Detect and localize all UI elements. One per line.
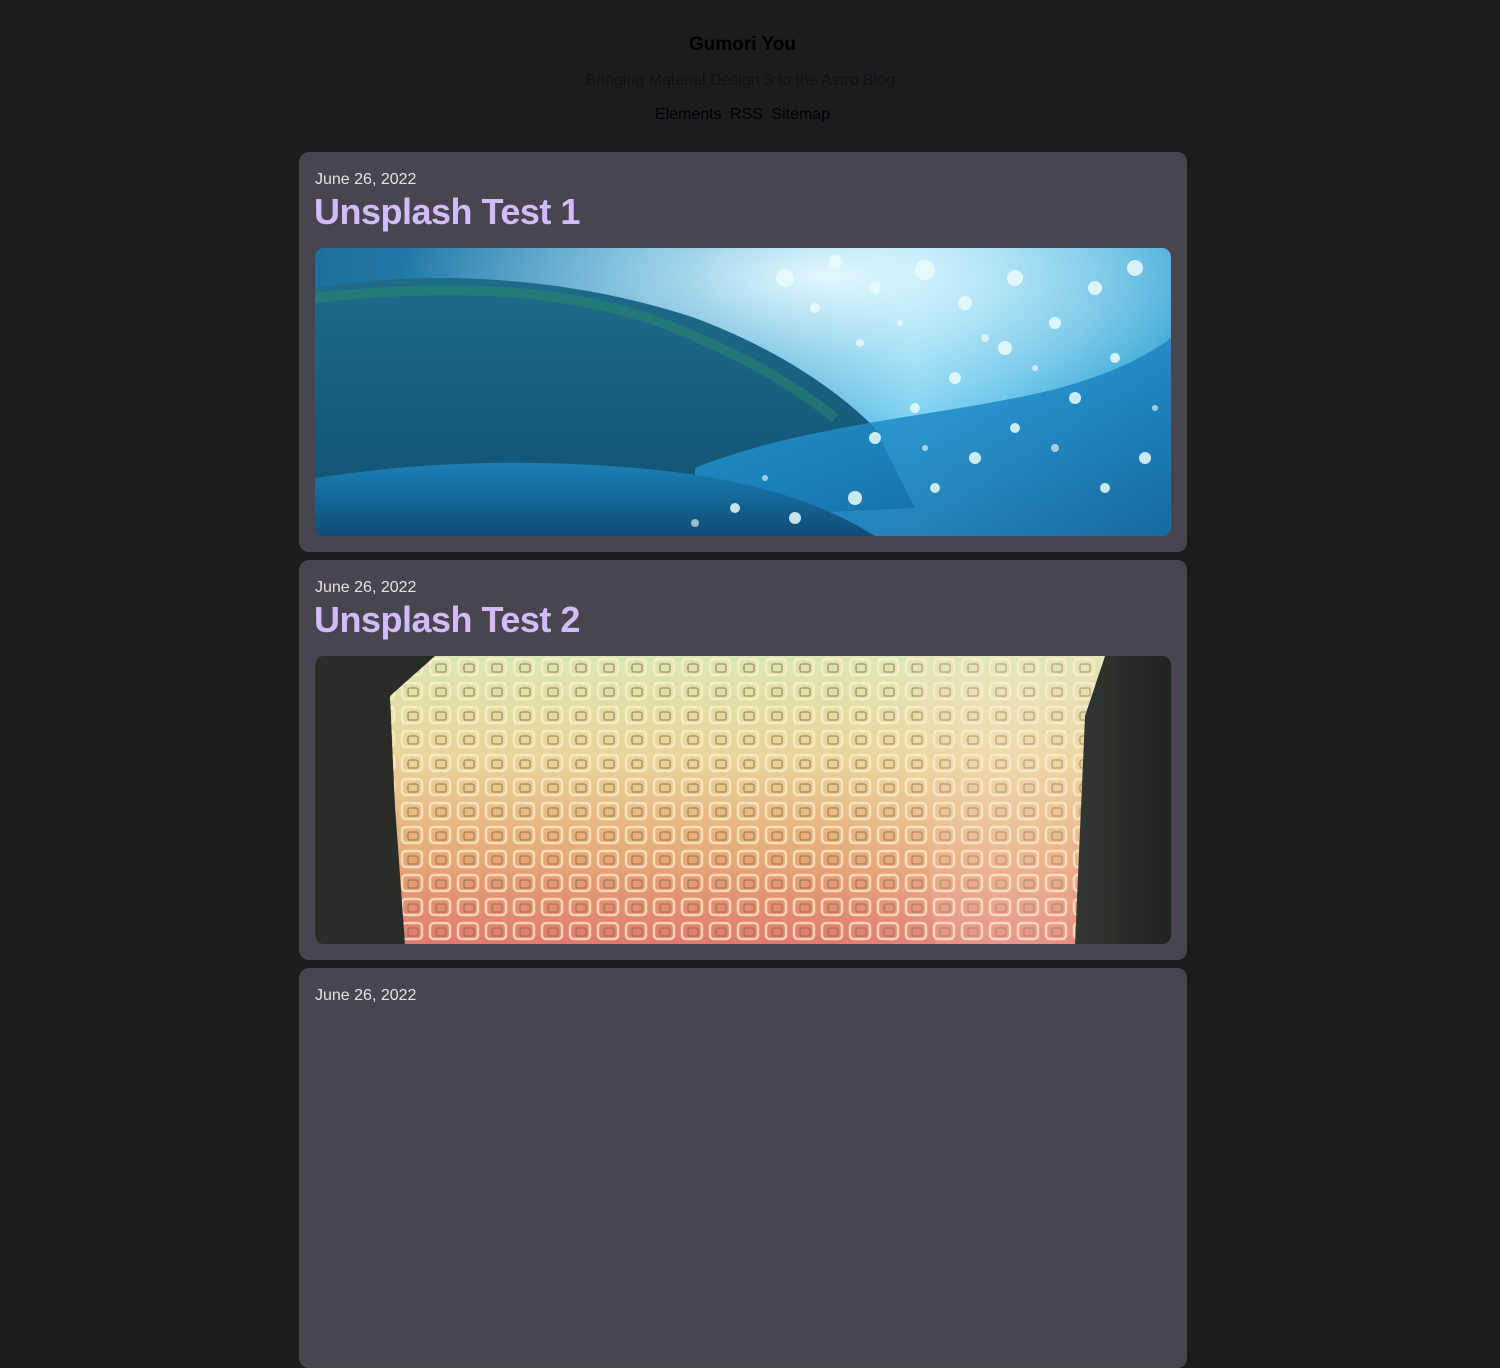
site-nav: Elements RSS Sitemap	[0, 106, 1485, 124]
nav-link-elements[interactable]: Elements	[655, 106, 722, 123]
post-image-ocean-water[interactable]	[315, 248, 1171, 536]
post-date: June 26, 2022	[315, 987, 417, 1004]
post-date: June 26, 2022	[315, 171, 417, 188]
post-card[interactable]: June 26, 2022	[299, 968, 1187, 1368]
site-title: Gumori You	[689, 34, 796, 55]
nav-link-rss[interactable]: RSS	[730, 106, 763, 123]
ocean-water-image	[315, 248, 1171, 536]
lattice-sculpture-image	[315, 656, 1171, 944]
post-title-link[interactable]: Unsplash Test 2	[314, 599, 580, 641]
post-title-link[interactable]: Unsplash Test 1	[314, 191, 580, 233]
post-image-lattice-sculpture[interactable]	[315, 656, 1171, 944]
site-tagline: Bringing Material Design 3 to the Astro …	[585, 72, 900, 89]
post-card[interactable]: June 26, 2022 Unsplash Test 1	[299, 152, 1187, 552]
nav-link-sitemap[interactable]: Sitemap	[771, 106, 830, 123]
post-date: June 26, 2022	[315, 579, 417, 596]
post-card[interactable]: June 26, 2022 Unsplash Test 2	[299, 560, 1187, 960]
